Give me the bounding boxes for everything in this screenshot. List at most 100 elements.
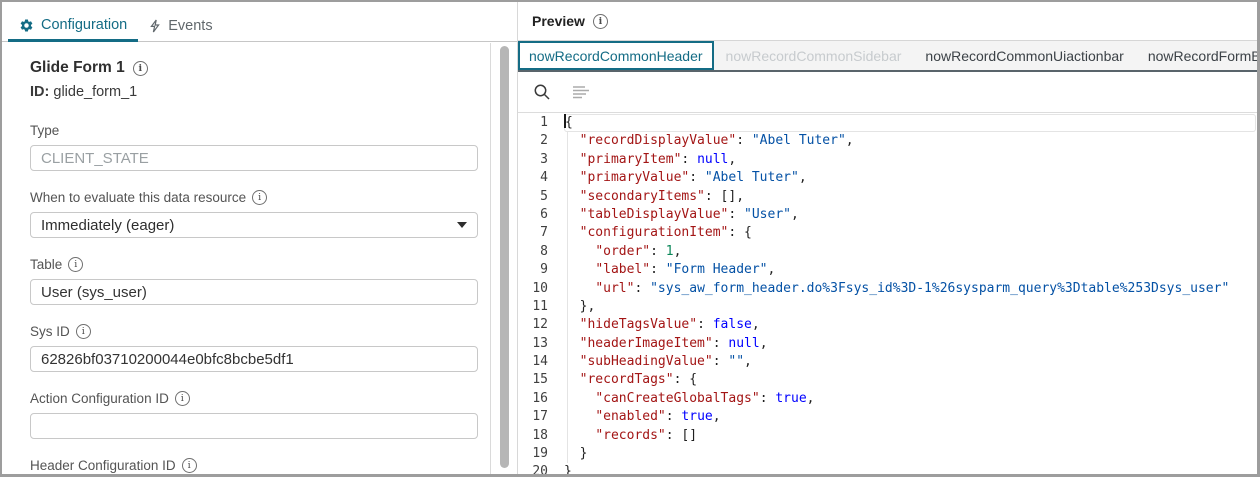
code-token: "recordDisplayValue" [579,133,737,149]
line-number: 8 [540,243,548,259]
info-icon[interactable]: i [132,60,148,76]
code-token: , [798,170,807,186]
info-icon[interactable]: i [252,190,268,205]
code-token: : [712,354,729,370]
info-icon[interactable]: i [75,324,91,339]
code-token: , [759,335,768,351]
code-line[interactable]: "label": "Form Header", [564,261,1256,279]
code-token: 1 [665,243,674,259]
code-token: "User" [744,206,791,222]
code-token: "headerImageItem" [579,335,713,351]
table-input[interactable] [30,279,478,305]
code-line[interactable]: "recordTags": { [564,371,1256,389]
line-number: 1 [540,115,548,130]
search-icon[interactable] [533,83,551,101]
code-line[interactable]: "recordDisplayValue": "Abel Tuter", [564,132,1256,150]
code-token: "Abel Tuter" [751,133,846,149]
code-line[interactable]: } [564,445,1256,463]
code-token: , [767,262,776,278]
tab-nowrecordformblob[interactable]: nowRecordFormBlob [1136,41,1257,70]
code-line[interactable]: "canCreateGlobalTags": true, [564,390,1256,408]
lightning-icon [149,19,161,33]
field-type-label: Type [30,123,60,138]
code-token: "Form Header" [665,262,768,278]
line-number: 10 [532,280,548,296]
line-number: 13 [532,335,548,351]
code-line[interactable]: "records": [] [564,427,1256,445]
tab-events-label: Events [168,18,213,34]
sys-id-input[interactable] [30,346,478,372]
code-token: null [728,335,760,351]
action-config-id-input[interactable] [30,413,478,439]
code-line[interactable]: } [564,463,1256,474]
tab-nowrecordcommonheader[interactable]: nowRecordCommonHeader [518,41,714,70]
code-token: , [751,317,760,333]
tab-nowrecordcommonsidebar[interactable]: nowRecordCommonSidebar [714,41,914,70]
code-line[interactable]: "primaryItem": null, [564,151,1256,169]
json-code-editor[interactable]: 1 2 3 4 5 6 7 8 9 10 11 12 13 14 15 16 17 18 19 20 { "recor… [518,112,1257,474]
code-line[interactable]: "tableDisplayValue": "User", [564,206,1256,224]
form-id-label: ID: [30,84,50,100]
code-line[interactable]: "url": "sys_aw_form_header.do%3Fsys_id%3… [564,280,1256,298]
format-align-icon[interactable] [572,84,590,100]
info-icon[interactable]: i [592,13,608,29]
code-token: : [], [704,188,745,204]
field-sys-id-label: Sys ID [30,324,70,339]
field-action-config-id: Action Configuration ID i [30,391,478,439]
line-number: 2 [540,133,548,149]
code-token: : [665,409,682,425]
code-token: , [744,354,752,370]
code-token: "tableDisplayValue" [579,206,729,222]
code-token: : [] [665,427,698,443]
field-type: Type [30,123,478,171]
code-line[interactable]: "subHeadingValue": "", [564,353,1256,371]
code-line[interactable]: "enabled": true, [564,408,1256,426]
field-action-config-id-label: Action Configuration ID [30,391,169,406]
tab-configuration[interactable]: Configuration [8,11,139,42]
code-token: : [689,170,705,186]
evaluate-select[interactable]: Immediately (eager) [30,212,478,238]
code-token: , [673,243,682,259]
code-line[interactable]: "order": 1, [564,243,1256,261]
code-token: "secondaryItems" [579,188,705,204]
field-header-config-id-label: Header Configuration ID [30,458,176,473]
code-line[interactable]: "configurationItem": { [564,224,1256,242]
tab-label: nowRecordCommonUiactionbar [925,47,1124,64]
code-line[interactable]: "secondaryItems": [], [564,188,1256,206]
info-icon[interactable]: i [68,257,84,272]
gear-icon [19,18,34,33]
info-icon[interactable]: i [174,391,190,406]
left-tab-bar: Configuration Events [2,11,517,42]
code-line[interactable]: "hideTagsValue": false, [564,316,1256,334]
line-number: 4 [540,170,548,186]
code-line[interactable]: "headerImageItem": null, [564,335,1256,353]
code-token: , [712,409,721,425]
code-token: , [845,133,854,149]
code-token: "Abel Tuter" [704,170,799,186]
line-number: 3 [540,151,548,167]
tab-events[interactable]: Events [138,11,223,41]
code-token: "order" [595,243,651,259]
code-token: : [728,206,745,222]
code-token: "recordTags" [579,372,674,388]
code-token: : [759,390,776,406]
code-line[interactable]: { [564,114,1256,132]
code-token: : [736,133,752,149]
field-sys-id: Sys ID i [30,324,478,372]
code-token: }, [579,298,596,314]
line-number: 7 [540,225,548,241]
code-token: "primaryItem" [579,151,682,167]
code-token: "sys_aw_form_header.do%3Fsys_id%3D-1%26s… [650,280,1230,296]
code-line[interactable]: }, [564,298,1256,316]
code-token: : [697,317,713,333]
chevron-down-icon [457,222,467,228]
preview-title: Preview [532,13,585,29]
line-number: 6 [540,206,548,222]
line-number: 20 [532,464,548,474]
code-token: "records" [595,427,666,443]
code-line[interactable]: "primaryValue": "Abel Tuter", [564,169,1256,187]
code-token: "hideTagsValue" [579,317,698,333]
info-icon[interactable]: i [181,458,197,473]
left-pane-scrollbar[interactable] [500,46,509,468]
tab-nowrecordcommonuiactionbar[interactable]: nowRecordCommonUiactionbar [913,41,1135,70]
